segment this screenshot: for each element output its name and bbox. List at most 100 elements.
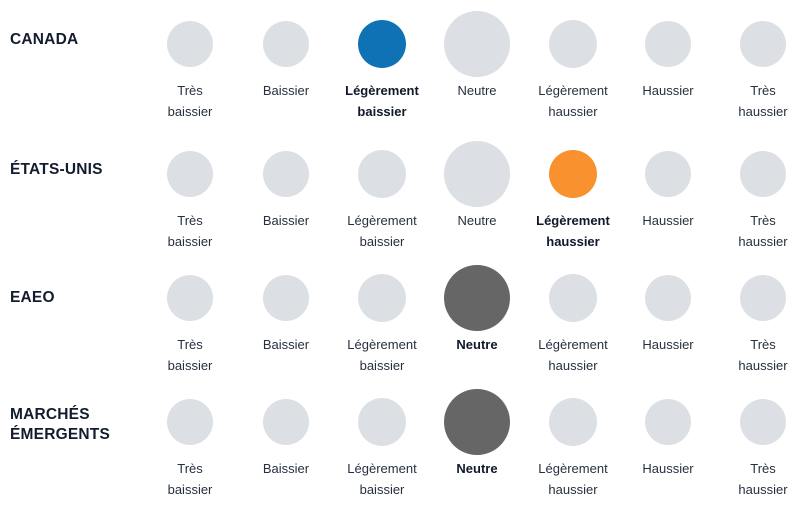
cell-eaeo-neutre[interactable]: Neutre	[429, 262, 525, 355]
row-cells-eaeo: Très baissier Baissier Légèrement baissier…	[142, 262, 800, 386]
cell-label-legerement-baissier: Légèrement baissier	[347, 337, 417, 374]
cell-label-legerement-haussier: Légèrement haussier	[538, 337, 608, 374]
cell-canada-legerement-haussier[interactable]: Légèrement haussier	[525, 8, 621, 122]
cell-eaeo-tres-haussier[interactable]: Très haussier	[715, 262, 800, 376]
dot-slot	[238, 386, 334, 458]
dot-slot	[525, 262, 621, 334]
dot-icon-eaeo-legerement-baissier[interactable]	[358, 274, 406, 322]
dot-slot	[238, 262, 334, 334]
selected-dot-icon-canada[interactable]	[358, 20, 406, 68]
cell-label-baissier: Baissier	[262, 213, 310, 228]
row-label-marches-emergents: MARCHÉS ÉMERGENTS	[10, 406, 110, 443]
cell-marches-emergents-legerement-baissier[interactable]: Légèrement baissier	[334, 386, 430, 500]
cell-canada-legerement-baissier[interactable]: Légèrement baissier	[334, 8, 430, 122]
cell-eaeo-tres-baissier[interactable]: Très baissier	[142, 262, 238, 376]
cell-canada-baissier[interactable]: Baissier	[238, 8, 334, 101]
dot-slot	[620, 138, 716, 210]
cell-canada-tres-haussier[interactable]: Très haussier	[715, 8, 800, 122]
cell-label-neutre: Neutre	[456, 461, 498, 476]
cell-etats-unis-legerement-baissier[interactable]: Légèrement baissier	[334, 138, 430, 252]
dot-icon-etats-unis-tres-haussier[interactable]	[740, 151, 786, 197]
cell-label-tres-baissier: Très baissier	[167, 83, 213, 120]
dot-icon-etats-unis-tres-baissier[interactable]	[167, 151, 213, 197]
dot-slot	[429, 386, 525, 458]
dot-icon-eaeo-tres-haussier[interactable]	[740, 275, 786, 321]
dot-slot	[429, 262, 525, 334]
dot-slot	[429, 8, 525, 80]
dot-slot	[334, 8, 430, 80]
cell-eaeo-legerement-haussier[interactable]: Légèrement haussier	[525, 262, 621, 376]
selected-dot-icon-eaeo[interactable]	[444, 265, 510, 331]
dot-icon-canada-neutre[interactable]	[444, 11, 510, 77]
cell-eaeo-haussier[interactable]: Haussier	[620, 262, 716, 355]
dot-slot	[238, 138, 334, 210]
row-label-eaeo: EAEO	[10, 289, 55, 306]
dot-icon-eaeo-haussier[interactable]	[645, 275, 691, 321]
dot-icon-etats-unis-haussier[interactable]	[645, 151, 691, 197]
cell-marches-emergents-haussier[interactable]: Haussier	[620, 386, 716, 479]
cell-eaeo-legerement-baissier[interactable]: Légèrement baissier	[334, 262, 430, 376]
dot-icon-marches-emergents-baissier[interactable]	[263, 399, 309, 445]
cell-label-neutre: Neutre	[457, 83, 497, 98]
cell-canada-haussier[interactable]: Haussier	[620, 8, 716, 101]
matrix-row-canada: CANADA Très baissier Baissier Légèrement ba…	[0, 8, 800, 142]
dot-slot	[620, 262, 716, 334]
cell-marches-emergents-legerement-haussier[interactable]: Légèrement haussier	[525, 386, 621, 500]
dot-icon-etats-unis-baissier[interactable]	[263, 151, 309, 197]
cell-marches-emergents-neutre[interactable]: Neutre	[429, 386, 525, 479]
dot-icon-marches-emergents-tres-haussier[interactable]	[740, 399, 786, 445]
cell-label-legerement-haussier: Légèrement haussier	[538, 83, 608, 120]
cell-etats-unis-tres-haussier[interactable]: Très haussier	[715, 138, 800, 252]
row-label-etats-unis: ÉTATS-UNIS	[10, 161, 103, 178]
cell-label-legerement-haussier: Légèrement haussier	[536, 213, 610, 250]
dot-slot	[620, 386, 716, 458]
row-label-canada: CANADA	[10, 31, 79, 48]
dot-slot	[525, 138, 621, 210]
dot-slot	[238, 8, 334, 80]
cell-etats-unis-legerement-haussier[interactable]: Légèrement haussier	[525, 138, 621, 252]
dot-icon-marches-emergents-haussier[interactable]	[645, 399, 691, 445]
dot-icon-canada-haussier[interactable]	[645, 21, 691, 67]
dot-icon-eaeo-legerement-haussier[interactable]	[549, 274, 597, 322]
dot-icon-etats-unis-legerement-baissier[interactable]	[358, 150, 406, 198]
cell-canada-tres-baissier[interactable]: Très baissier	[142, 8, 238, 122]
cell-etats-unis-neutre[interactable]: Neutre	[429, 138, 525, 231]
dot-icon-eaeo-baissier[interactable]	[263, 275, 309, 321]
selected-dot-icon-marches-emergents[interactable]	[444, 389, 510, 455]
cell-label-baissier: Baissier	[262, 461, 310, 476]
cell-canada-neutre[interactable]: Neutre	[429, 8, 525, 101]
matrix-row-eaeo: EAEO Très baissier Baissier Légèrement bais…	[0, 262, 800, 386]
cell-marches-emergents-tres-baissier[interactable]: Très baissier	[142, 386, 238, 500]
dot-slot	[334, 386, 430, 458]
cell-etats-unis-tres-baissier[interactable]: Très baissier	[142, 138, 238, 252]
dot-icon-canada-tres-baissier[interactable]	[167, 21, 213, 67]
cell-etats-unis-haussier[interactable]: Haussier	[620, 138, 716, 231]
cell-label-baissier: Baissier	[262, 83, 310, 98]
cell-etats-unis-baissier[interactable]: Baissier	[238, 138, 334, 231]
dot-slot	[142, 138, 238, 210]
row-cells-etats-unis: Très baissier Baissier Légèrement baissier…	[142, 138, 800, 262]
selected-dot-icon-etats-unis[interactable]	[549, 150, 597, 198]
dot-icon-canada-tres-haussier[interactable]	[740, 21, 786, 67]
cell-label-haussier: Haussier	[642, 337, 694, 352]
dot-icon-canada-legerement-haussier[interactable]	[549, 20, 597, 68]
cell-marches-emergents-tres-haussier[interactable]: Très haussier	[715, 386, 800, 500]
cell-eaeo-baissier[interactable]: Baissier	[238, 262, 334, 355]
matrix-row-marches-emergents: MARCHÉS ÉMERGENTS Très baissier Baissier Lé…	[0, 386, 800, 509]
row-cells-canada: Très baissier Baissier Légèrement baissier…	[142, 8, 800, 142]
cell-marches-emergents-baissier[interactable]: Baissier	[238, 386, 334, 479]
cell-label-neutre: Neutre	[456, 337, 498, 352]
dot-icon-eaeo-tres-baissier[interactable]	[167, 275, 213, 321]
cell-label-haussier: Haussier	[642, 83, 694, 98]
dot-icon-marches-emergents-tres-baissier[interactable]	[167, 399, 213, 445]
dot-icon-marches-emergents-legerement-haussier[interactable]	[549, 398, 597, 446]
dot-icon-etats-unis-neutre[interactable]	[444, 141, 510, 207]
dot-slot	[620, 8, 716, 80]
dot-slot	[715, 8, 800, 80]
cell-label-tres-baissier: Très baissier	[167, 213, 213, 250]
dot-icon-canada-baissier[interactable]	[263, 21, 309, 67]
dot-slot	[334, 262, 430, 334]
dot-icon-marches-emergents-legerement-baissier[interactable]	[358, 398, 406, 446]
cell-label-tres-haussier: Très haussier	[738, 461, 788, 498]
dot-slot	[715, 386, 800, 458]
